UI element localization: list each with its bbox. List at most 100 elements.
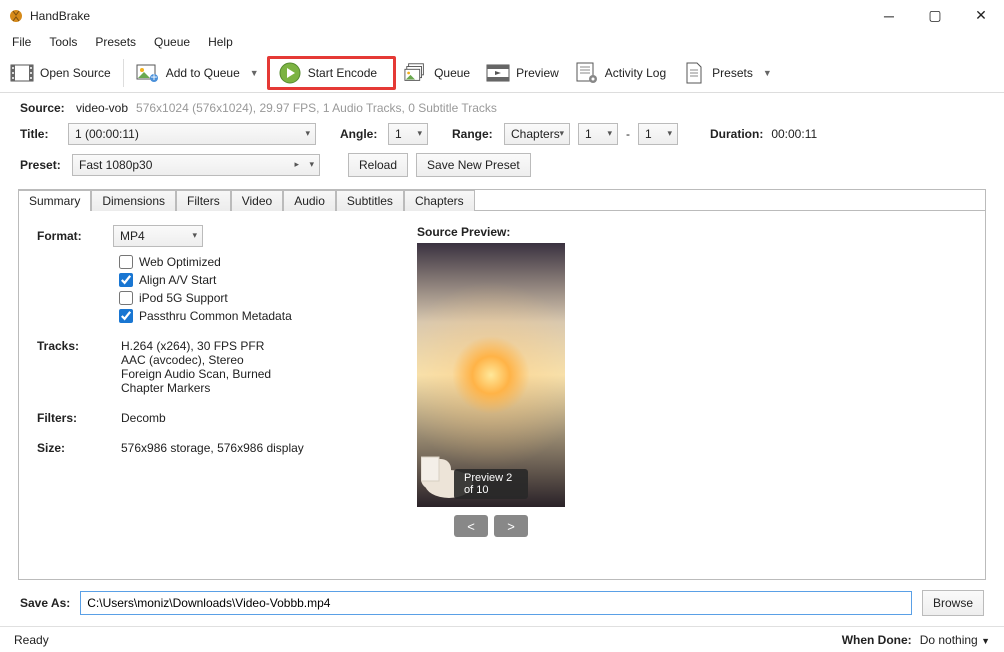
filters-info: Filters: Decomb	[37, 411, 357, 425]
save-new-preset-button[interactable]: Save New Preset	[416, 153, 531, 177]
close-button[interactable]: ✕	[958, 0, 1004, 31]
reload-button[interactable]: Reload	[348, 153, 408, 177]
preset-label: Preset:	[20, 158, 64, 172]
format-label: Format:	[37, 229, 113, 243]
tab-audio[interactable]: Audio	[283, 190, 336, 211]
menu-file[interactable]: File	[4, 33, 39, 51]
preview-nav: < >	[417, 515, 565, 537]
tracks-label: Tracks:	[37, 339, 121, 395]
presets-button[interactable]: Presets ▼	[674, 56, 780, 90]
size-value: 576x986 storage, 576x986 display	[121, 441, 304, 455]
source-label: Source:	[20, 101, 68, 115]
menu-bar: File Tools Presets Queue Help	[0, 31, 1004, 53]
tab-subtitles[interactable]: Subtitles	[336, 190, 404, 211]
track-line: Chapter Markers	[121, 381, 271, 395]
duration-value: 00:00:11	[771, 127, 817, 141]
add-to-queue-button[interactable]: + Add to Queue ▼	[128, 56, 267, 90]
angle-select[interactable]: 1	[388, 123, 428, 145]
preview-button[interactable]: Preview	[478, 56, 567, 90]
source-preview-title: Source Preview:	[417, 225, 565, 239]
tab-summary[interactable]: Summary	[18, 190, 91, 211]
film-preview-icon	[486, 61, 510, 85]
status-bar: Ready When Done: Do nothing ▼	[0, 626, 1004, 652]
duration-label: Duration:	[710, 127, 763, 141]
tab-video[interactable]: Video	[231, 190, 283, 211]
filters-value: Decomb	[121, 411, 166, 425]
preset-select[interactable]: Fast 1080p30▸	[72, 154, 320, 176]
track-line: Foreign Audio Scan, Burned	[121, 367, 271, 381]
title-select[interactable]: 1 (00:00:11)	[68, 123, 316, 145]
align-av-checkbox[interactable]: Align A/V Start	[119, 273, 357, 287]
filters-label: Filters:	[37, 411, 121, 425]
range-from-select[interactable]: 1	[578, 123, 618, 145]
angle-label: Angle:	[340, 127, 380, 141]
range-label: Range:	[452, 127, 496, 141]
track-line: AAC (avcodec), Stereo	[121, 353, 271, 367]
range-dash: -	[626, 127, 630, 141]
tab-filters[interactable]: Filters	[176, 190, 231, 211]
ipod-5g-checkbox[interactable]: iPod 5G Support	[119, 291, 357, 305]
tabs-bar: Summary Dimensions Filters Video Audio S…	[18, 189, 985, 211]
when-done-label: When Done:	[842, 633, 912, 647]
menu-tools[interactable]: Tools	[41, 33, 85, 51]
open-source-button[interactable]: Open Source	[2, 56, 119, 90]
preview-image: Preview 2 of 10	[417, 243, 565, 507]
tracks-info: Tracks: H.264 (x264), 30 FPS PFR AAC (av…	[37, 339, 357, 395]
preview-next-button[interactable]: >	[494, 515, 528, 537]
save-as-label: Save As:	[20, 596, 70, 610]
activity-log-label: Activity Log	[605, 66, 666, 80]
chevron-down-icon: ▼	[981, 636, 990, 646]
svg-text:+: +	[150, 70, 157, 83]
queue-button[interactable]: Queue	[396, 56, 478, 90]
source-details: 576x1024 (576x1024), 29.97 FPS, 1 Audio …	[136, 101, 497, 115]
open-source-label: Open Source	[40, 66, 111, 80]
toolbar: Open Source + Add to Queue ▼ Start Encod…	[0, 53, 1004, 93]
toolbar-separator	[123, 59, 124, 87]
chevron-down-icon: ▼	[763, 68, 772, 78]
status-text: Ready	[14, 633, 49, 647]
preset-row: Preset: Fast 1080p30▸ Reload Save New Pr…	[0, 149, 1004, 181]
stack-images-icon	[404, 61, 428, 85]
maximize-button[interactable]: ▢	[912, 0, 958, 31]
window-title: HandBrake	[30, 9, 866, 23]
presets-label: Presets	[712, 66, 753, 80]
tabs-panel: Summary Dimensions Filters Video Audio S…	[18, 189, 986, 580]
source-preview: Source Preview: Preview 2 of 10 < >	[417, 225, 565, 565]
handbrake-icon	[8, 8, 24, 24]
save-as-path-input[interactable]	[80, 591, 912, 615]
preview-prev-button[interactable]: <	[454, 515, 488, 537]
preview-label: Preview	[516, 66, 559, 80]
size-info: Size: 576x986 storage, 576x986 display	[37, 441, 357, 455]
when-done-select[interactable]: Do nothing ▼	[920, 633, 990, 647]
summary-tab-body: Format: MP4 Web Optimized Align A/V Star…	[19, 210, 985, 579]
browse-button[interactable]: Browse	[922, 590, 984, 616]
tab-dimensions[interactable]: Dimensions	[91, 190, 176, 211]
start-encode-label: Start Encode	[308, 66, 377, 80]
title-label: Title:	[20, 127, 60, 141]
source-name: video-vob	[76, 101, 128, 115]
title-bar: HandBrake ─ ▢ ✕	[0, 0, 1004, 31]
window-controls: ─ ▢ ✕	[866, 0, 1004, 31]
menu-help[interactable]: Help	[200, 33, 241, 51]
range-to-select[interactable]: 1	[638, 123, 678, 145]
source-line: Source: video-vob 576x1024 (576x1024), 2…	[0, 93, 1004, 119]
film-open-icon	[10, 61, 34, 85]
start-encode-button[interactable]: Start Encode	[267, 56, 396, 90]
minimize-button[interactable]: ─	[866, 0, 912, 31]
tab-chapters[interactable]: Chapters	[404, 190, 475, 211]
log-gear-icon	[575, 61, 599, 85]
passthru-metadata-checkbox[interactable]: Passthru Common Metadata	[119, 309, 357, 323]
track-line: H.264 (x264), 30 FPS PFR	[121, 339, 271, 353]
format-select[interactable]: MP4	[113, 225, 203, 247]
range-mode-select[interactable]: Chapters	[504, 123, 570, 145]
play-icon	[278, 61, 302, 85]
menu-queue[interactable]: Queue	[146, 33, 198, 51]
add-to-queue-label: Add to Queue	[166, 66, 240, 80]
size-label: Size:	[37, 441, 121, 455]
queue-label: Queue	[434, 66, 470, 80]
chevron-down-icon: ▼	[250, 68, 259, 78]
web-optimized-checkbox[interactable]: Web Optimized	[119, 255, 357, 269]
menu-presets[interactable]: Presets	[87, 33, 144, 51]
activity-log-button[interactable]: Activity Log	[567, 56, 674, 90]
title-row: Title: 1 (00:00:11) Angle: 1 Range: Chap…	[0, 119, 1004, 149]
